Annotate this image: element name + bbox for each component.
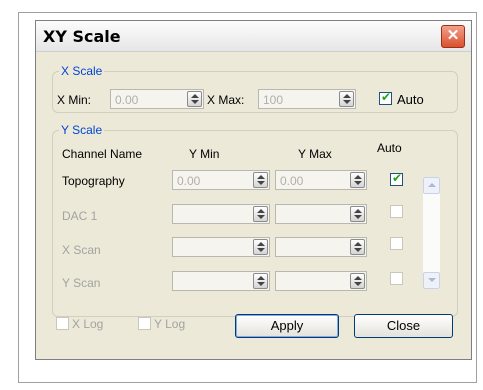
x-log-label: X Log <box>72 317 104 331</box>
title-bar[interactable]: XY Scale ✕ <box>36 21 471 52</box>
auto-checkbox-dac1[interactable] <box>390 205 403 218</box>
xmin-spinbox[interactable]: 0.00 <box>110 89 204 109</box>
spin-arrows-icon[interactable] <box>350 239 365 255</box>
spin-arrows-icon[interactable] <box>187 91 202 107</box>
xmax-label: X Max: <box>207 93 245 107</box>
channel-scrollbar[interactable] <box>423 177 440 289</box>
auto-header: Auto <box>377 141 402 155</box>
ymin-spinbox-topography[interactable]: 0.00 <box>172 170 270 190</box>
xmin-label: X Min: <box>57 93 92 107</box>
xmax-spinbox[interactable]: 100 <box>258 89 356 109</box>
spin-arrows-icon[interactable] <box>253 273 268 289</box>
channel-name-dac1: DAC 1 <box>62 209 98 223</box>
spin-arrows-icon[interactable] <box>339 91 354 107</box>
ymax-spinbox-yscan[interactable] <box>275 271 367 291</box>
auto-checkbox-xscan[interactable] <box>390 237 403 250</box>
dialog-title: XY Scale <box>43 27 121 46</box>
close-icon[interactable]: ✕ <box>441 25 465 48</box>
auto-checkbox-yscan[interactable] <box>390 272 403 285</box>
ymax-value-topography: 0.00 <box>280 174 304 188</box>
scroll-down-icon[interactable] <box>423 272 440 289</box>
ymin-header: Y Min <box>189 147 220 161</box>
x-scale-legend: X Scale <box>61 64 103 78</box>
ymax-spinbox-topography[interactable]: 0.00 <box>275 170 367 190</box>
ymin-spinbox-xscan[interactable] <box>172 237 270 257</box>
spin-arrows-icon[interactable] <box>350 206 365 222</box>
auto-checkbox-topography[interactable] <box>390 171 403 186</box>
channel-name-xscan: X Scan <box>62 243 101 257</box>
scroll-up-icon[interactable] <box>423 177 440 194</box>
ymax-spinbox-xscan[interactable] <box>275 237 367 257</box>
close-button[interactable]: Close <box>354 314 453 338</box>
y-log-label: Y Log <box>154 317 186 331</box>
xmin-value: 0.00 <box>115 93 139 107</box>
channel-name-yscan: Y Scan <box>62 276 101 290</box>
ymax-spinbox-dac1[interactable] <box>275 204 367 224</box>
spin-arrows-icon[interactable] <box>253 239 268 255</box>
apply-button[interactable]: Apply <box>235 314 339 338</box>
spin-arrows-icon[interactable] <box>253 172 268 188</box>
y-scale-legend: Y Scale <box>61 123 103 137</box>
channel-name-topography: Topography <box>62 174 125 188</box>
x-auto-label: Auto <box>397 92 424 107</box>
spin-arrows-icon[interactable] <box>350 273 365 289</box>
ymin-spinbox-dac1[interactable] <box>172 204 270 224</box>
spin-arrows-icon[interactable] <box>350 172 365 188</box>
ymin-value-topography: 0.00 <box>177 174 201 188</box>
xmax-value: 100 <box>263 93 284 107</box>
ymax-header: Y Max <box>298 147 332 161</box>
channel-name-header: Channel Name <box>62 147 143 161</box>
y-log-checkbox[interactable] <box>138 317 151 330</box>
x-auto-checkbox[interactable] <box>379 90 392 105</box>
x-log-checkbox[interactable] <box>56 317 69 330</box>
xy-scale-dialog: XY Scale ✕ X Scale X Min: 0.00 X Max: 10… <box>35 20 472 360</box>
spin-arrows-icon[interactable] <box>253 206 268 222</box>
ymin-spinbox-yscan[interactable] <box>172 271 270 291</box>
